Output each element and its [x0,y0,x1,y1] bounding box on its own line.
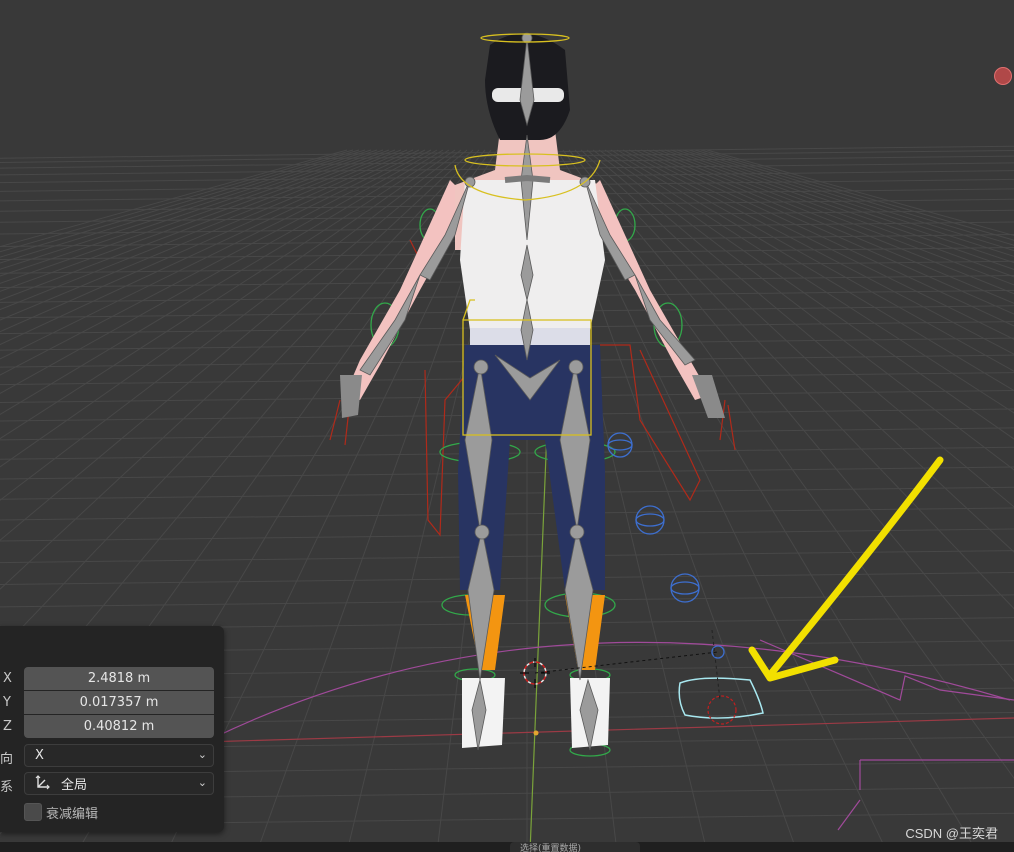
grid-line [0,528,1014,542]
location-x-label: X [3,671,12,686]
location-y-label: Y [3,695,11,710]
adjust-last-operation-panel: X 2.4818 m Y 0.017357 m Z 0.40812 m 向 X … [0,626,224,832]
orient-axis-label: 向 [0,752,14,767]
orient-type-value: 全局 [61,778,88,793]
location-z-row: Z 0.40812 m [0,715,224,739]
grid-line [676,149,1014,264]
bottom-popup-tab[interactable]: 选择(重置数据) [510,842,640,852]
location-y-row: Y 0.017357 m [0,691,224,715]
grid-line [580,149,1014,553]
location-z-field[interactable]: 0.40812 m [24,715,214,738]
grid-line [0,572,1014,586]
grid-line [0,507,1014,521]
proportional-editing-row: 衰减编辑 [0,801,224,825]
orient-type-dropdown[interactable]: 全局 ⌄ [24,772,214,795]
orient-type-row: 系 全局 ⌄ [0,772,224,796]
grid-line [640,149,1014,315]
grid-line [652,149,1014,295]
grid-line [586,149,1014,508]
watermark-text: CSDN @王奕君 [905,826,998,841]
blue-controllers [607,432,725,659]
grid-line [694,149,1014,246]
record-indicator-icon [994,67,1012,85]
grid-line [592,149,1014,471]
location-x-field[interactable]: 2.4818 m [24,667,214,690]
grid-line [682,149,1014,257]
selected-object-outline [678,677,764,719]
grid-line [0,486,1014,500]
annotation-arrow [748,456,944,682]
grid-line [700,149,1014,241]
proportional-editing-checkbox[interactable] [24,803,42,821]
grid-line [574,149,1014,610]
location-z-label: Z [3,719,12,734]
chevron-down-icon: ⌄ [197,776,207,789]
bottom-status-strip [0,842,1014,852]
orient-axis-value: X [35,748,44,763]
global-orientation-icon [35,774,53,794]
grid-line [0,594,1014,608]
grid-line [706,149,1014,237]
orient-axis-dropdown[interactable]: X ⌄ [24,744,214,767]
location-x-row: X 2.4818 m [0,667,224,691]
proportional-editing-label: 衰减编辑 [46,807,99,822]
orient-type-label: 系 [0,780,14,795]
grid-line [568,149,1014,683]
grid-line [664,149,1014,278]
grid-line [688,149,1014,252]
chevron-down-icon: ⌄ [197,748,207,761]
orient-axis-row: 向 X ⌄ [0,744,224,768]
location-y-field[interactable]: 0.017357 m [24,691,214,714]
grid-line [604,149,1014,414]
